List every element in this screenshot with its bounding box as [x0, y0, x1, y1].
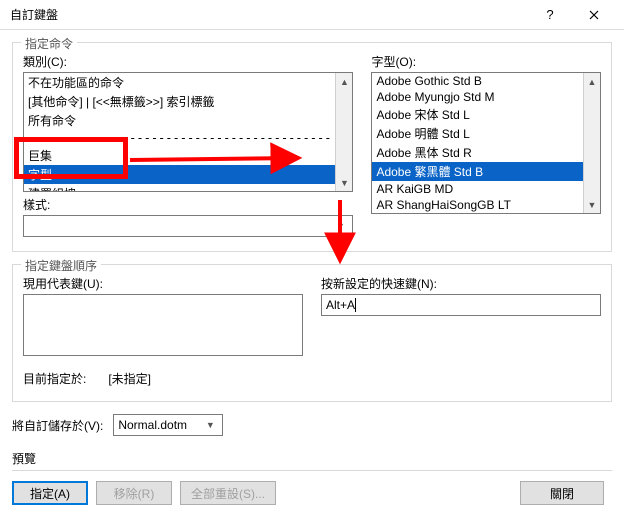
save-in-combo[interactable]: Normal.dotm ▼: [113, 414, 223, 436]
preview-label: 預覽: [12, 450, 612, 467]
new-key-input[interactable]: Alt+A: [321, 294, 601, 316]
save-in-label: 將自訂儲存於(V):: [12, 417, 103, 434]
assigned-to-status: 目前指定於: [未指定]: [23, 370, 601, 387]
chevron-down-icon: ▼: [332, 221, 348, 231]
list-item[interactable]: Adobe 明體 Std L: [372, 124, 583, 143]
chevron-down-icon: ▼: [202, 420, 218, 430]
list-item[interactable]: 所有命令: [24, 111, 335, 130]
new-key-label: 按新設定的快速鍵(N):: [321, 275, 601, 292]
window-title: 自訂鍵盤: [10, 6, 528, 23]
list-item[interactable]: Adobe 黑体 Std R: [372, 143, 583, 162]
help-button[interactable]: ?: [528, 1, 572, 29]
scroll-down-icon[interactable]: ▼: [336, 174, 352, 191]
close-button[interactable]: [572, 1, 616, 29]
assign-button[interactable]: 指定(A): [12, 481, 88, 505]
category-label: 類別(C):: [23, 53, 353, 70]
scrollbar[interactable]: ▲ ▼: [335, 73, 352, 191]
list-item[interactable]: AR KaiGB MD: [372, 181, 583, 197]
list-item[interactable]: AR ShangHaiSongGB LT: [372, 197, 583, 213]
list-item[interactable]: Adobe 宋体 Std L: [372, 105, 583, 124]
list-item[interactable]: Adobe Myungjo Std M: [372, 89, 583, 105]
status-label: 目前指定於:: [23, 370, 105, 387]
specify-command-group: 指定命令 類別(C): 不在功能區的命令 [其他命令] | [<<無標籤>>] …: [12, 42, 612, 252]
list-item-selected[interactable]: Adobe 繁黑體 Std B: [372, 162, 583, 181]
current-keys-label: 現用代表鍵(U):: [23, 275, 303, 292]
status-value: [未指定]: [108, 372, 151, 386]
text-cursor: [355, 298, 356, 312]
group-title: 指定鍵盤順序: [21, 257, 101, 274]
scroll-up-icon[interactable]: ▲: [336, 73, 352, 90]
save-in-value: Normal.dotm: [118, 418, 202, 432]
keyboard-sequence-group: 指定鍵盤順序 現用代表鍵(U): 按新設定的快速鍵(N): Alt+A 目前指定…: [12, 264, 612, 402]
scroll-up-icon[interactable]: ▲: [584, 73, 600, 90]
list-item[interactable]: 建置組塊: [24, 184, 335, 191]
current-keys-field[interactable]: [23, 294, 303, 356]
scroll-track[interactable]: [336, 90, 352, 174]
style-label: 樣式:: [23, 196, 353, 213]
list-item[interactable]: 不在功能區的命令: [24, 73, 335, 92]
remove-button[interactable]: 移除(R): [96, 481, 172, 505]
category-listbox[interactable]: 不在功能區的命令 [其他命令] | [<<無標籤>>] 索引標籤 所有命令 --…: [23, 72, 353, 192]
title-bar: 自訂鍵盤 ?: [0, 0, 624, 30]
save-in-row: 將自訂儲存於(V): Normal.dotm ▼: [12, 414, 612, 436]
close-icon: [589, 10, 599, 20]
scrollbar[interactable]: ▲ ▼: [583, 73, 600, 213]
font-listbox[interactable]: Adobe Gothic Std B Adobe Myungjo Std M A…: [371, 72, 601, 214]
scroll-down-icon[interactable]: ▼: [584, 196, 600, 213]
list-item[interactable]: [其他命令] | [<<無標籤>>] 索引標籤: [24, 92, 335, 111]
list-item-separator: ----------------------------------------…: [24, 130, 335, 146]
button-bar: 指定(A) 移除(R) 全部重設(S)... 關閉: [12, 470, 612, 505]
close-dialog-button[interactable]: 關閉: [520, 481, 604, 505]
list-item[interactable]: 巨集: [24, 146, 335, 165]
list-item[interactable]: Adobe Gothic Std B: [372, 73, 583, 89]
group-title: 指定命令: [21, 35, 77, 52]
reset-all-button[interactable]: 全部重設(S)...: [180, 481, 276, 505]
list-item-selected[interactable]: 字型: [24, 165, 335, 184]
font-label: 字型(O):: [371, 53, 601, 70]
new-key-value: Alt+A: [326, 298, 355, 312]
style-combo[interactable]: ▼: [23, 215, 353, 237]
scroll-track[interactable]: [584, 90, 600, 196]
